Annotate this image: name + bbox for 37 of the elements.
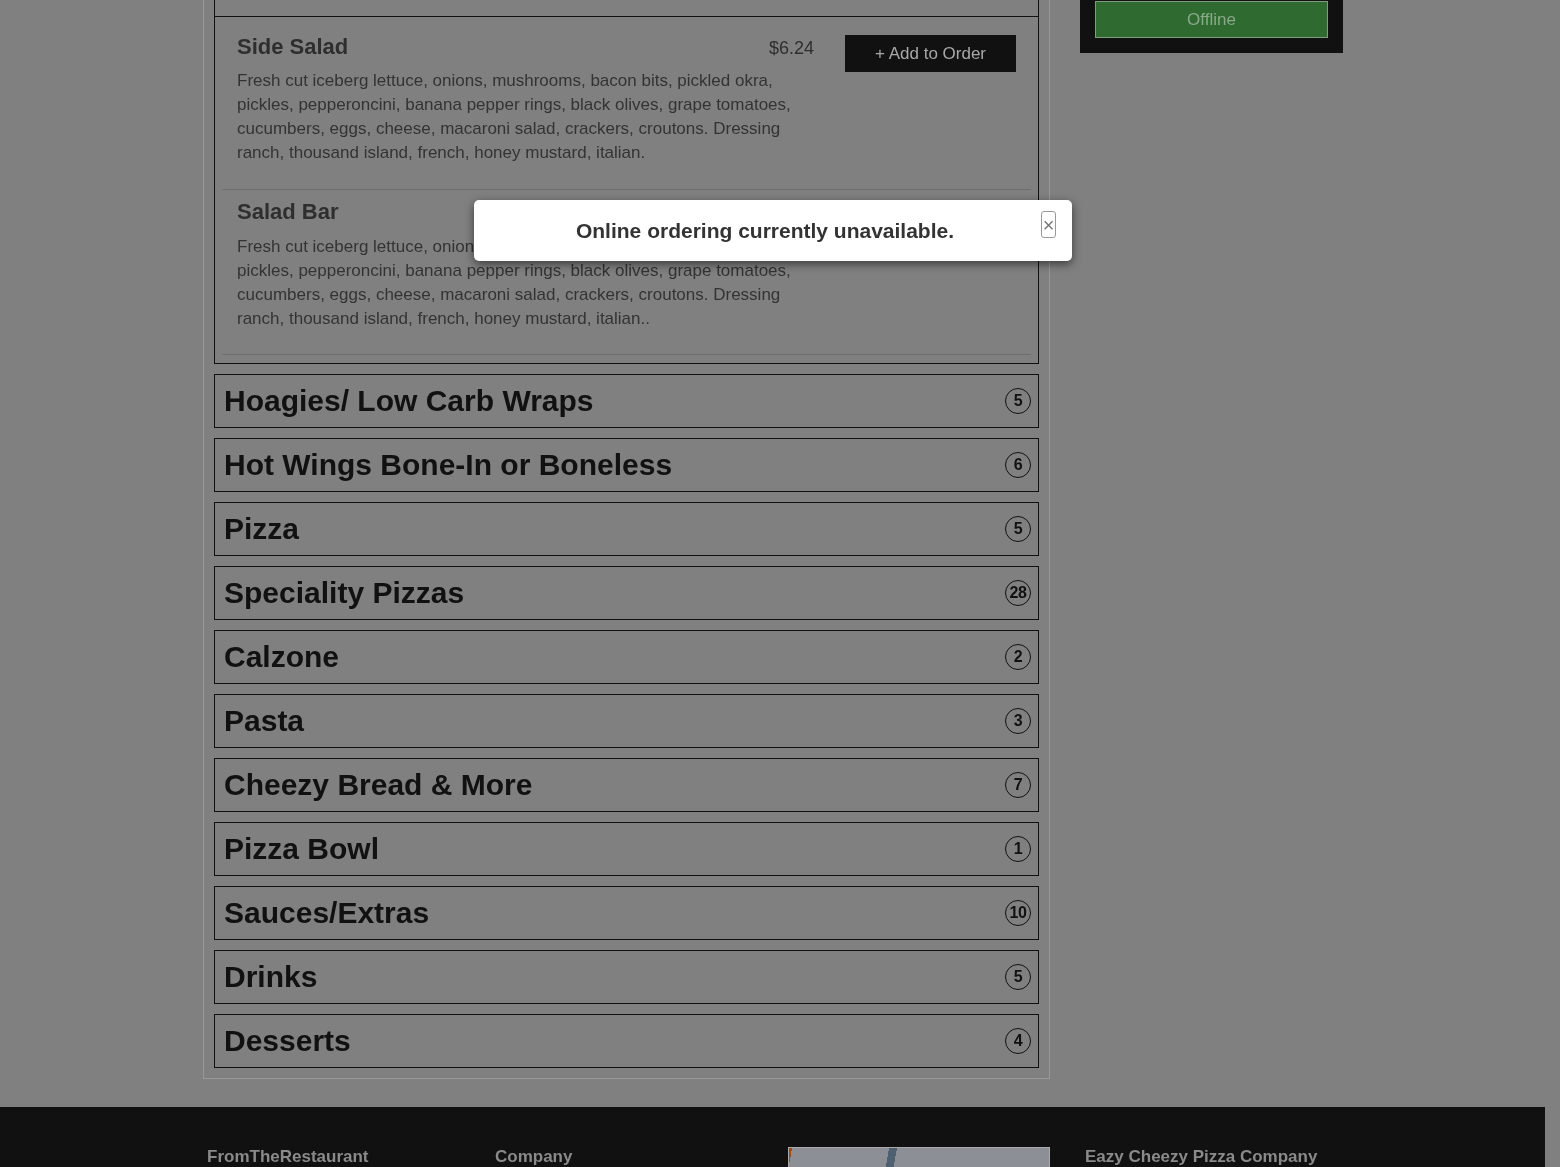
category-header[interactable]: Cheezy Bread & More 7 xyxy=(214,758,1039,812)
category-header[interactable]: Sauces/Extras 10 xyxy=(214,886,1039,940)
category-title: Pizza xyxy=(224,512,300,546)
category-header[interactable]: Pasta 3 xyxy=(214,694,1039,748)
close-button[interactable]: × xyxy=(1041,211,1056,238)
category-header[interactable]: Hoagies/ Low Carb Wraps 5 xyxy=(214,374,1039,428)
item-description-line: Fresh cut iceberg lettuce, onion xyxy=(237,237,475,255)
item-name: Side Salad xyxy=(237,33,349,60)
category-title: Speciality Pizzas xyxy=(224,576,465,610)
category-title: Hot Wings Bone-In or Boneless xyxy=(224,448,673,482)
footer-heading: Company xyxy=(495,1147,573,1166)
category-header[interactable]: Drinks 5 xyxy=(214,950,1039,1004)
category-header[interactable]: Pizza 5 xyxy=(214,502,1039,556)
item-description-line: cucumbers, eggs, cheese, macaroni salad, crackers, croutons. Dressing xyxy=(237,285,781,303)
item-price: $6.24 xyxy=(768,38,814,59)
category-title: Hoagies/ Low Carb Wraps xyxy=(224,384,594,418)
category-title: Pasta xyxy=(224,704,305,738)
item-description-line: ranch, thousand island, french, honey mustard, italian.. xyxy=(237,309,650,327)
category-header[interactable]: Pizza Bowl 1 xyxy=(214,822,1039,876)
category-title: Cheezy Bread & More xyxy=(224,768,533,802)
add-to-order-button[interactable]: + Add to Order xyxy=(845,35,1016,72)
footer-heading: FromTheRestaurant xyxy=(207,1147,369,1166)
offline-button[interactable]: Offline xyxy=(1095,1,1328,38)
item-description-line: pickles, pepperoncini, banana pepper rings, black olives, grape tomatoes, xyxy=(237,261,791,279)
alert-message: Online ordering currently unavailable. xyxy=(575,218,955,243)
category-header[interactable]: Calzone 2 xyxy=(214,630,1039,684)
category-title: Sauces/Extras xyxy=(224,896,430,930)
category-header[interactable]: Speciality Pizzas 28 xyxy=(214,566,1039,620)
category-title: Drinks xyxy=(224,960,318,994)
category-title: Desserts xyxy=(224,1024,351,1058)
category-title: Pizza Bowl xyxy=(224,832,380,866)
category-header[interactable]: Desserts 4 xyxy=(214,1014,1039,1068)
category-title: Calzone xyxy=(224,640,340,674)
footer-heading: Eazy Cheezy Pizza Company xyxy=(1085,1147,1318,1166)
category-header[interactable]: Hot Wings Bone-In or Boneless 6 xyxy=(214,438,1039,492)
item-description: Fresh cut iceberg lettuce, onions, mushrooms, bacon bits, pickled okra, pickles, pepperoncini, banana pepper rings, black olives, grape tomatoes, cucumbers, eggs, cheese, macaroni salad, crackers, croutons. Dressing ranch, thousand island, french, honey mustard, italian. xyxy=(237,70,792,164)
item-name: Salad Bar xyxy=(237,198,339,225)
